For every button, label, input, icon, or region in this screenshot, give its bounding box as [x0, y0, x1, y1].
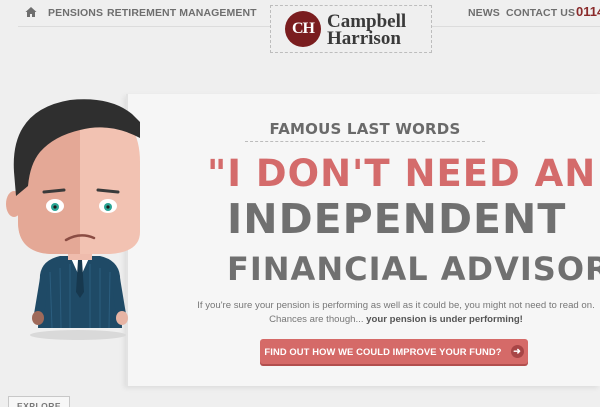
hero-kicker: FAMOUS LAST WORDS	[269, 120, 461, 138]
arrow-right-icon: ➜	[510, 345, 524, 358]
home-icon[interactable]	[24, 5, 38, 19]
nav-contact-us-link[interactable]: CONTACT US	[506, 7, 575, 19]
nav-divider-right	[432, 26, 600, 27]
nav-pensions-link[interactable]: PENSIONS	[48, 7, 103, 19]
improve-fund-cta-button[interactable]: FIND OUT HOW WE COULD IMPROVE YOUR FUND?…	[260, 339, 528, 364]
kicker-divider	[245, 141, 485, 142]
cta-label: FIND OUT HOW WE COULD IMPROVE YOUR FUND?	[264, 346, 502, 357]
explore-tab[interactable]: EXPLORE	[8, 396, 70, 407]
phone-number[interactable]: 0114	[576, 4, 600, 19]
logo-monogram: CH	[285, 11, 321, 47]
hero-body-text: If you're sure your pension is performin…	[196, 299, 596, 327]
logo-wordmark-line2: Harrison	[327, 28, 401, 49]
hero-body-emphasis: your pension is under performing!	[366, 314, 523, 325]
hero-headline-line1: "I DON'T NEED AN	[207, 152, 597, 195]
hero-headline-line2: INDEPENDENT	[227, 195, 567, 243]
cartoon-advisor-illustration	[0, 92, 140, 352]
hero-headline-line3: FINANCIAL ADVISOR"	[227, 250, 600, 288]
campbell-harrison-logo[interactable]: CH Campbell Harrison	[270, 5, 432, 53]
nav-news-link[interactable]: NEWS	[468, 7, 500, 19]
nav-divider-left	[18, 26, 270, 27]
nav-retirement-management-link[interactable]: RETIREMENT MANAGEMENT	[107, 7, 257, 19]
